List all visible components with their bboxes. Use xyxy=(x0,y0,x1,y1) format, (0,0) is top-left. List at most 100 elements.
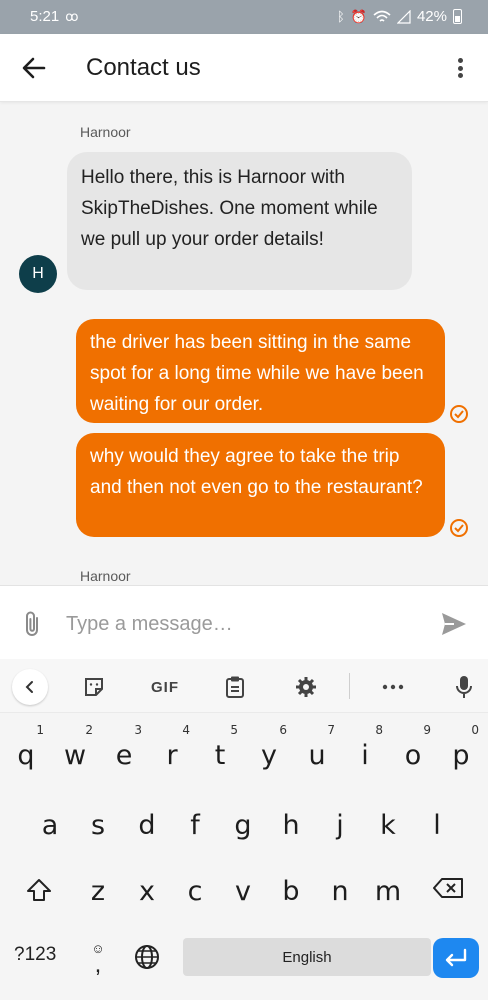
key-u[interactable]: 7u xyxy=(297,723,337,779)
key-label: q xyxy=(17,740,35,771)
key-b[interactable]: b xyxy=(271,859,311,915)
agent-avatar: H xyxy=(19,255,57,293)
key-label: s xyxy=(90,810,106,841)
key-hint: 8 xyxy=(375,723,383,737)
attach-button[interactable] xyxy=(20,610,46,638)
enter-icon xyxy=(445,948,467,967)
backspace-key[interactable] xyxy=(430,873,466,903)
back-button[interactable] xyxy=(18,52,50,84)
send-icon xyxy=(442,613,466,635)
page-title: Contact us xyxy=(86,54,201,81)
kebab-dot-icon xyxy=(457,73,463,78)
globe-icon xyxy=(135,945,159,969)
keyboard-toolbar: GIF xyxy=(0,659,488,713)
key-label: y xyxy=(261,740,277,771)
key-hint: 4 xyxy=(182,723,190,737)
kebab-dot-icon xyxy=(457,65,463,71)
key-label: d xyxy=(138,810,156,841)
more-options-button[interactable] xyxy=(448,54,472,82)
chat-thread[interactable]: Harnoor Hello there, this is Harnoor wit… xyxy=(0,102,488,585)
key-label: r xyxy=(166,740,178,771)
key-v[interactable]: v xyxy=(223,859,263,915)
sender-name: Harnoor xyxy=(80,124,131,140)
send-button[interactable] xyxy=(440,611,468,637)
key-hint: 0 xyxy=(471,723,479,737)
key-label: b xyxy=(282,876,300,907)
backspace-icon xyxy=(433,878,463,898)
arrow-left-icon xyxy=(22,57,46,79)
key-label: e xyxy=(115,740,133,771)
battery-percent: 42% xyxy=(416,8,447,25)
sticker-button[interactable] xyxy=(78,671,110,703)
gif-button[interactable]: GIF xyxy=(146,671,184,703)
kebab-dot-icon xyxy=(457,58,463,63)
key-label: l xyxy=(433,810,441,841)
key-label: c xyxy=(187,876,203,907)
language-key[interactable] xyxy=(132,942,162,972)
key-o[interactable]: 9o xyxy=(393,723,433,779)
sticker-icon xyxy=(85,678,103,696)
key-w[interactable]: 2w xyxy=(55,723,95,779)
shift-key[interactable] xyxy=(20,871,58,909)
keyboard-settings-button[interactable] xyxy=(290,671,322,703)
key-label: k xyxy=(380,810,396,841)
key-i[interactable]: 8i xyxy=(345,723,385,779)
key-l[interactable]: l xyxy=(417,793,457,849)
status-bar: 5:21 ꝏ ᛒ ⏰ 42% xyxy=(0,0,488,34)
key-label: t xyxy=(214,740,226,771)
toolbar-divider xyxy=(349,673,350,699)
symbols-key[interactable]: ?123 xyxy=(14,944,56,966)
key-n[interactable]: n xyxy=(320,859,360,915)
key-e[interactable]: 3e xyxy=(104,723,144,779)
key-label: z xyxy=(90,876,106,907)
clipboard-button[interactable] xyxy=(219,671,251,703)
more-horizontal-icon xyxy=(382,684,404,690)
voicemail-icon: ꝏ xyxy=(65,8,79,24)
outgoing-message: why would they agree to take the trip an… xyxy=(76,433,445,537)
key-t[interactable]: 5t xyxy=(200,723,240,779)
key-y[interactable]: 6y xyxy=(249,723,289,779)
space-key[interactable]: English xyxy=(183,938,431,976)
status-time: 5:21 xyxy=(30,8,60,25)
key-hint: 7 xyxy=(327,723,335,737)
key-g[interactable]: g xyxy=(223,793,263,849)
key-label: p xyxy=(452,740,470,771)
key-a[interactable]: a xyxy=(30,793,70,849)
signal-icon xyxy=(396,9,411,24)
key-d[interactable]: d xyxy=(127,793,167,849)
key-j[interactable]: j xyxy=(320,793,360,849)
key-label: m xyxy=(374,876,402,907)
key-k[interactable]: k xyxy=(368,793,408,849)
alarm-icon: ⏰ xyxy=(350,8,367,24)
key-hint: 2 xyxy=(85,723,93,737)
keyboard: GIF 1q 2w 3e 4r 5t 6y 7u 8i 9o 0p a s d … xyxy=(0,659,488,1000)
key-label: w xyxy=(63,740,87,771)
key-m[interactable]: m xyxy=(368,859,408,915)
enter-key[interactable] xyxy=(433,938,479,978)
key-z[interactable]: z xyxy=(78,859,118,915)
key-label: a xyxy=(41,810,59,841)
voice-input-button[interactable] xyxy=(448,671,480,703)
app-bar: Contact us xyxy=(0,34,488,102)
status-left: 5:21 ꝏ xyxy=(30,8,78,25)
key-label: o xyxy=(404,740,422,771)
key-q[interactable]: 1q xyxy=(6,723,46,779)
comma-key[interactable]: ☺ , xyxy=(84,935,112,979)
key-label: f xyxy=(190,810,200,841)
message-input[interactable] xyxy=(66,609,416,639)
key-label: u xyxy=(308,740,326,771)
more-toolbar-button[interactable] xyxy=(377,671,409,703)
toolbar-collapse-button[interactable] xyxy=(12,669,48,705)
key-x[interactable]: x xyxy=(127,859,167,915)
paperclip-icon xyxy=(26,611,38,636)
key-c[interactable]: c xyxy=(175,859,215,915)
wifi-icon xyxy=(373,10,391,22)
key-h[interactable]: h xyxy=(271,793,311,849)
key-label: n xyxy=(331,876,349,907)
key-s[interactable]: s xyxy=(78,793,118,849)
key-p[interactable]: 0p xyxy=(441,723,481,779)
key-f[interactable]: f xyxy=(175,793,215,849)
key-r[interactable]: 4r xyxy=(152,723,192,779)
key-hint: 1 xyxy=(36,723,44,737)
status-right: ᛒ ⏰ 42% xyxy=(337,8,462,25)
